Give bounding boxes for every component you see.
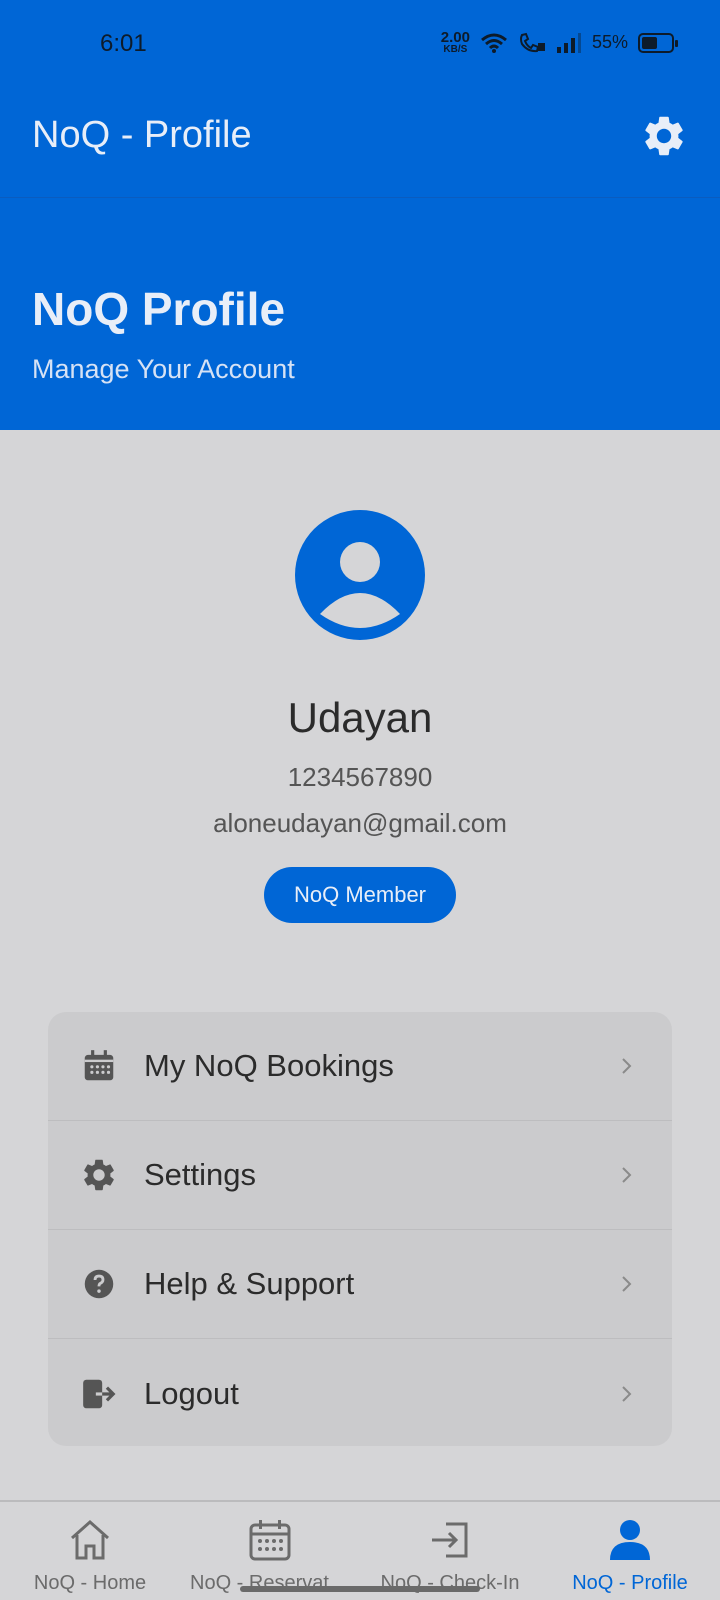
battery-fill xyxy=(642,36,658,49)
network-speed: 2.00 KB/S xyxy=(441,30,470,55)
network-speed-unit: KB/S xyxy=(443,44,468,55)
user-email: aloneudayan@gmail.com xyxy=(213,808,507,838)
user-phone: 1234567890 xyxy=(287,762,433,792)
status-bar: 6:01 2.00 KB/S 55% xyxy=(0,0,720,90)
battery-icon xyxy=(638,32,678,53)
user-name: Udayan xyxy=(287,694,433,741)
status-icons: 2.00 KB/S 55% xyxy=(441,30,678,55)
gear-icon[interactable] xyxy=(640,112,688,160)
nav-label: NoQ - Home xyxy=(33,1572,147,1594)
check-in-icon xyxy=(432,1522,468,1558)
nav-item-profile[interactable]: NoQ - Profile xyxy=(540,1502,720,1600)
chevron-right-icon xyxy=(622,1058,632,1074)
nav-label: NoQ - Profile xyxy=(572,1572,688,1594)
profile-header: NoQ Profile Manage Your Account xyxy=(0,198,720,430)
person-icon xyxy=(610,1520,650,1560)
bottom-nav: NoQ - Home NoQ - Reservations NoQ - Chec… xyxy=(0,1500,720,1600)
person-icon xyxy=(320,542,400,628)
logout-icon xyxy=(83,1379,116,1408)
avatar xyxy=(295,510,425,640)
menu-item-logout[interactable]: Logout xyxy=(48,1339,672,1446)
menu-item-settings[interactable]: Settings xyxy=(48,1121,672,1230)
help-icon xyxy=(84,1269,114,1299)
menu-item-label: My NoQ Bookings xyxy=(144,1048,394,1083)
battery-percent: 55% xyxy=(591,32,628,52)
network-speed-value: 2.00 xyxy=(440,29,470,46)
menu-item-help[interactable]: Help & Support xyxy=(48,1230,672,1339)
calendar-icon xyxy=(84,1050,114,1081)
chevron-right-icon xyxy=(622,1385,632,1402)
home-icon xyxy=(71,1519,109,1560)
header-subtitle: Manage Your Account xyxy=(32,354,295,384)
menu-item-label: Settings xyxy=(144,1157,257,1192)
app-bar: NoQ - Profile xyxy=(0,90,720,198)
call-icon xyxy=(519,32,545,52)
home-indicator xyxy=(240,1586,480,1592)
chevron-right-icon xyxy=(622,1276,632,1292)
signal-icon xyxy=(556,32,581,53)
chevron-right-icon xyxy=(622,1167,632,1183)
profile-menu: My NoQ Bookings Settings Help & Support xyxy=(48,1012,672,1446)
member-badge: NoQ Member xyxy=(264,867,456,923)
menu-item-label: Logout xyxy=(144,1375,239,1411)
header-title: NoQ Profile xyxy=(32,283,286,335)
menu-item-label: Help & Support xyxy=(144,1266,355,1301)
nav-item-home[interactable]: NoQ - Home xyxy=(0,1502,180,1600)
app-bar-title: NoQ - Profile xyxy=(32,114,252,156)
status-time: 6:01 xyxy=(100,30,147,57)
wifi-icon xyxy=(481,33,507,53)
calendar-icon xyxy=(249,1520,291,1561)
gear-icon xyxy=(84,1159,114,1191)
menu-item-bookings[interactable]: My NoQ Bookings xyxy=(48,1012,672,1121)
